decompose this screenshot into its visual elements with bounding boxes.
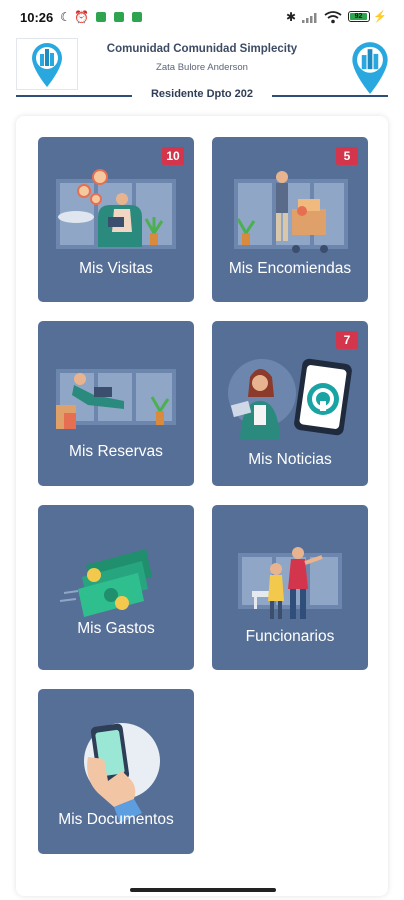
status-bar: 10:26 ☾ ⏰ ✱ 92 ⚡ bbox=[0, 0, 404, 34]
location-pin-icon[interactable] bbox=[350, 40, 390, 96]
tile-mis-documentos[interactable]: Mis Documentos bbox=[38, 689, 194, 854]
battery-level: 92 bbox=[350, 13, 367, 20]
app-notification-icon bbox=[114, 12, 124, 22]
tile-mis-noticias[interactable]: Mis Noticias 7 bbox=[212, 321, 368, 486]
status-time: 10:26 bbox=[20, 10, 54, 25]
home-indicator[interactable] bbox=[130, 888, 276, 892]
tile-label: Mis Visitas bbox=[79, 260, 153, 277]
tile-label: Mis Documentos bbox=[58, 811, 174, 828]
expenses-illustration bbox=[59, 549, 152, 617]
tile-label: Mis Gastos bbox=[77, 620, 155, 637]
notification-badge: 7 bbox=[336, 331, 358, 349]
battery-icon: 92 bbox=[348, 11, 370, 22]
tile-mis-reservas[interactable]: Mis Reservas bbox=[38, 321, 194, 486]
divider bbox=[272, 95, 388, 97]
alarm-icon: ⏰ bbox=[74, 10, 89, 24]
residence-label: Residente Dpto 202 bbox=[134, 88, 270, 100]
location-pin-icon bbox=[32, 43, 62, 87]
tile-funcionarios[interactable]: Funcionarios bbox=[212, 505, 368, 670]
notification-badge: 10 bbox=[162, 147, 184, 165]
community-logo bbox=[16, 38, 78, 90]
reservations-illustration bbox=[56, 369, 176, 429]
signal-icon bbox=[302, 13, 317, 23]
tile-label: Mis Encomiendas bbox=[228, 260, 352, 277]
app-notification-icon bbox=[96, 12, 106, 22]
tile-mis-visitas[interactable]: Mis Visitas 10 bbox=[38, 137, 194, 302]
tile-mis-gastos[interactable]: Mis Gastos bbox=[38, 505, 194, 670]
documents-illustration bbox=[84, 723, 160, 823]
notification-badge: 5 bbox=[336, 147, 358, 165]
wifi-icon bbox=[324, 11, 342, 24]
moon-icon: ☾ bbox=[60, 10, 71, 24]
tile-label: Mis Reservas bbox=[69, 443, 163, 460]
bluetooth-icon: ✱ bbox=[286, 10, 297, 24]
tile-mis-encomiendas[interactable]: Mis Encomiendas 5 bbox=[212, 137, 368, 302]
divider bbox=[16, 95, 132, 97]
charging-icon: ⚡ bbox=[373, 11, 387, 23]
user-name: Zata Bulore Anderson bbox=[156, 62, 248, 73]
community-name: Comunidad Comunidad Simplecity bbox=[106, 43, 298, 55]
app-notification-icon bbox=[132, 12, 142, 22]
tile-label: Funcionarios bbox=[245, 628, 335, 645]
tile-label: Mis Noticias bbox=[248, 451, 332, 468]
menu-panel: Mis Visitas 10 Mis Encomiendas 5 Mis Res… bbox=[16, 116, 388, 896]
